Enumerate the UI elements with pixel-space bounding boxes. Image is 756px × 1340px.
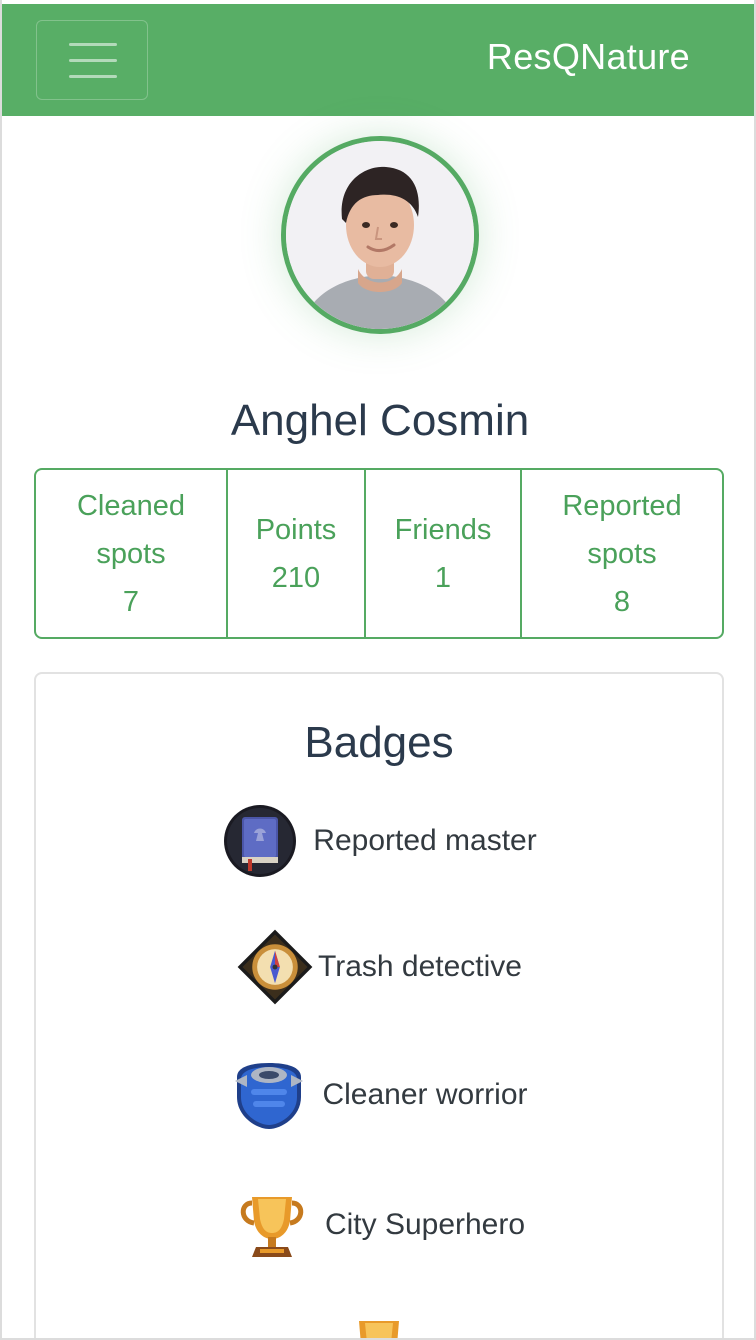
user-avatar[interactable] — [281, 136, 479, 334]
top-navbar: ResQNature — [2, 0, 754, 116]
armor-badge-icon — [230, 1056, 308, 1134]
stat-value: 7 — [122, 585, 140, 618]
user-avatar-photo — [286, 141, 474, 329]
trophy-badge-icon — [340, 1310, 418, 1338]
brand-logo-text[interactable]: ResQNature — [487, 36, 690, 78]
stat-points[interactable]: Points 210 — [228, 470, 366, 637]
badge-label: Reported master — [313, 824, 537, 857]
badge-item[interactable]: Cleaner worrior — [36, 1056, 722, 1134]
badge-item[interactable]: Trash detective — [36, 928, 722, 1006]
stat-value: 8 — [613, 585, 631, 618]
stat-label: Points — [255, 513, 337, 546]
user-name: Anghel Cosmin — [230, 396, 530, 445]
hamburger-menu-icon-bar — [69, 59, 117, 62]
stat-cleaned-spots[interactable]: Cleaned spots 7 — [36, 470, 228, 637]
badges-title: Badges — [304, 718, 454, 767]
app-frame: ResQNature Anghel Cosmin Cleaned spots 7… — [0, 0, 756, 1340]
user-stats-panel: Cleaned spots 7 Points 210 Friends 1 Rep… — [34, 468, 724, 639]
stat-label: spots — [587, 537, 657, 570]
compass-badge-icon — [236, 928, 314, 1006]
badge-item-partial[interactable] — [36, 1310, 722, 1338]
menu-toggle-button[interactable] — [36, 20, 148, 100]
hamburger-menu-icon — [69, 43, 117, 46]
stat-label: Cleaned — [76, 489, 186, 522]
badges-card: Badges Reported master Trash detective C… — [34, 672, 724, 1338]
badge-item[interactable]: Reported master — [36, 802, 722, 880]
badge-label: City Superhero — [324, 1208, 526, 1241]
stat-friends[interactable]: Friends 1 — [366, 470, 522, 637]
badge-label: Cleaner worrior — [322, 1078, 528, 1111]
trophy-badge-icon — [233, 1186, 311, 1264]
stat-value: 1 — [434, 561, 452, 594]
badge-label: Trash detective — [318, 950, 522, 983]
stat-label: spots — [96, 537, 166, 570]
book-badge-icon — [221, 802, 299, 880]
stat-reported-spots[interactable]: Reported spots 8 — [522, 470, 722, 637]
badge-item[interactable]: City Superhero — [36, 1186, 722, 1264]
hamburger-menu-icon-bar — [69, 75, 117, 78]
stat-label: Reported — [562, 489, 682, 522]
stat-value: 210 — [271, 561, 321, 594]
stat-label: Friends — [394, 513, 492, 546]
